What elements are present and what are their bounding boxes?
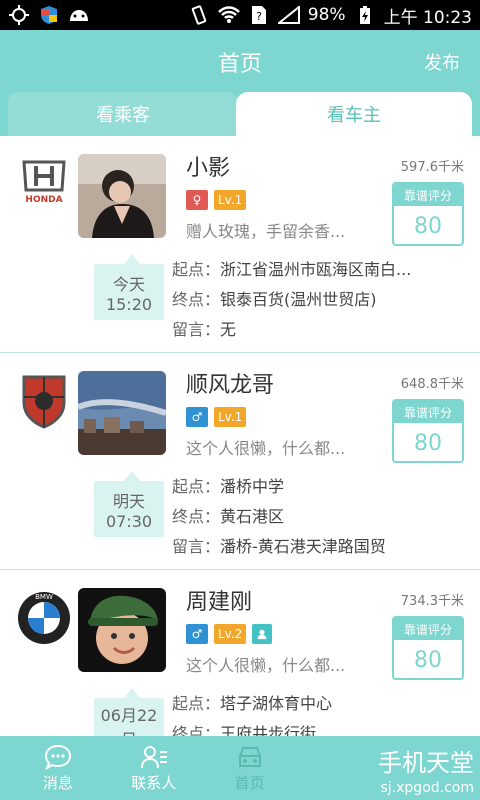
battery-charging-icon	[354, 5, 376, 25]
start-point: 起点：浙江省温州市瓯海区南白...	[172, 260, 412, 279]
sim-unknown-icon: ?	[248, 5, 270, 25]
svg-text:HONDA: HONDA	[25, 195, 62, 205]
avatar[interactable]	[78, 588, 166, 672]
badge-row: ♂ Lv.2	[186, 624, 273, 644]
shield-icon	[38, 5, 60, 25]
nav-label: 首页	[234, 773, 265, 792]
driver-name: 周建刚	[186, 590, 253, 615]
contacts-icon	[140, 744, 168, 770]
time-line: 日	[121, 726, 137, 736]
distance: 648.8千米	[400, 377, 464, 392]
svg-text:BMW: BMW	[35, 593, 53, 601]
date-line: 06月22	[100, 706, 158, 725]
message: 留言：无	[172, 320, 237, 339]
nav-label: 消息	[42, 773, 73, 792]
end-point: 终点：银泰百货(温州世贸店)	[172, 290, 377, 309]
watermark-url: sj.xpgod.com	[380, 779, 475, 796]
time-line: 15:20	[105, 294, 153, 314]
motto: 赠人玫瑰，手留余香...	[186, 222, 346, 241]
app-header: 首页 发布	[0, 30, 480, 92]
badge-row: ♂ Lv.1	[186, 407, 247, 427]
watermark: 手机天堂 sj.xpgod.com	[294, 742, 474, 796]
male-icon: ♂	[186, 624, 208, 644]
score-box: 靠谱评分 80	[392, 399, 464, 463]
avatar[interactable]	[78, 371, 166, 455]
level-badge: Lv.1	[214, 190, 247, 210]
motto: 这个人很懒，什么都...	[186, 656, 346, 675]
list-item[interactable]: BMW 周建刚 734.3千米 ♂ Lv.2 这个人很懒，什么都... 靠谱评分…	[0, 570, 480, 736]
female-icon: ♀	[186, 190, 208, 210]
signal-icon	[277, 5, 300, 25]
avatar[interactable]	[78, 154, 166, 238]
car-icon	[236, 744, 264, 770]
score-label: 靠谱评分	[394, 401, 462, 423]
end-point: 终点：黄石港区	[172, 507, 285, 526]
nav-messages[interactable]: 消息	[10, 736, 106, 800]
departure-time: 今天 15:20	[94, 254, 164, 320]
level-badge: Lv.1	[214, 407, 247, 427]
tab-passengers[interactable]: 看乘客	[8, 92, 238, 136]
status-right-icons: ? 98% 上午 10:23	[188, 3, 472, 28]
male-icon: ♂	[186, 407, 208, 427]
vibrate-icon	[188, 5, 210, 25]
driver-name: 小影	[186, 156, 231, 181]
time-line: 07:30	[105, 511, 153, 531]
route-info: 起点：潘桥中学 终点：黄石港区 留言：潘桥-黄石港天津路国贸	[172, 473, 467, 563]
list-item[interactable]: 顺风龙哥 648.8千米 ♂ Lv.1 这个人很懒，什么都... 靠谱评分 80…	[0, 353, 480, 570]
tab-bar: 看乘客 看车主	[0, 92, 480, 136]
score-label: 靠谱评分	[394, 184, 462, 206]
distance: 734.3千米	[400, 594, 464, 609]
location-target-icon	[8, 5, 30, 25]
start-point: 起点：塔子湖体育中心	[172, 694, 333, 713]
distance: 597.6千米	[400, 160, 464, 175]
score-label: 靠谱评分	[394, 618, 462, 640]
verified-user-icon	[252, 624, 273, 644]
status-bar: ? 98% 上午 10:23	[0, 0, 480, 30]
watermark-title: 手机天堂	[378, 748, 474, 777]
clock: 上午 10:23	[383, 7, 472, 28]
roewe-logo-icon	[16, 373, 72, 429]
status-left-icons	[8, 5, 90, 25]
route-info: 起点：浙江省温州市瓯海区南白... 终点：银泰百货(温州世贸店) 留言：无	[172, 256, 467, 346]
score-box: 靠谱评分 80	[392, 182, 464, 246]
message: 留言：潘桥-黄石港天津路国贸	[172, 537, 386, 556]
battery-percent: 98%	[307, 5, 346, 25]
nav-home[interactable]: 首页	[202, 736, 298, 800]
list-item[interactable]: HONDA 小影 597.6千米 ♀ Lv.1 赠人玫瑰，手留余香... 靠谱评…	[0, 136, 480, 353]
departure-time: 明天 07:30	[94, 471, 164, 537]
bmw-logo-icon: BMW	[16, 590, 72, 646]
chat-icon	[44, 744, 72, 770]
driver-name: 顺风龙哥	[186, 373, 275, 398]
level-badge: Lv.2	[214, 624, 247, 644]
tab-drivers[interactable]: 看车主	[236, 92, 472, 136]
score-value: 80	[414, 647, 442, 673]
driver-list[interactable]: HONDA 小影 597.6千米 ♀ Lv.1 赠人玫瑰，手留余香... 靠谱评…	[0, 136, 480, 736]
end-point: 终点：王府井步行街	[172, 724, 317, 736]
android-icon	[68, 5, 90, 25]
publish-button[interactable]: 发布	[424, 49, 460, 75]
nav-label: 联系人	[131, 773, 177, 792]
score-value: 80	[414, 213, 442, 239]
svg-text:?: ?	[256, 10, 262, 23]
score-value: 80	[414, 430, 442, 456]
date-line: 明天	[112, 491, 145, 511]
route-info: 起点：塔子湖体育中心 终点：王府井步行街	[172, 690, 467, 736]
page-title: 首页	[217, 52, 262, 77]
date-line: 今天	[112, 274, 145, 294]
nav-contacts[interactable]: 联系人	[106, 736, 202, 800]
app-root: ? 98% 上午 10:23 首页 发布 看乘客 看车主 HONDA 小影 59…	[0, 0, 480, 800]
wifi-icon	[217, 5, 240, 25]
start-point: 起点：潘桥中学	[172, 477, 285, 496]
score-box: 靠谱评分 80	[392, 616, 464, 680]
departure-time: 06月22 日	[94, 688, 164, 736]
honda-logo-icon: HONDA	[16, 156, 72, 212]
motto: 这个人很懒，什么都...	[186, 439, 346, 458]
badge-row: ♀ Lv.1	[186, 190, 247, 210]
